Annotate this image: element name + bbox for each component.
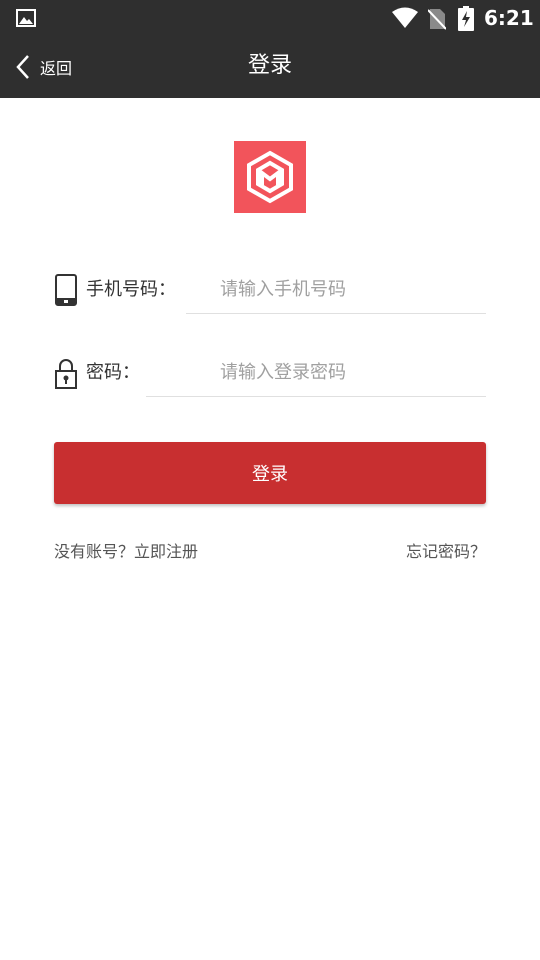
status-time: 6:21: [484, 6, 534, 30]
password-input[interactable]: [146, 349, 486, 397]
login-button[interactable]: 登录: [54, 442, 486, 504]
phone-icon: [55, 274, 77, 306]
lock-icon: [55, 359, 77, 389]
page-title: 登录: [247, 53, 292, 78]
phone-input[interactable]: [186, 266, 486, 314]
phone-label: 手机号码：: [86, 279, 176, 300]
status-bar: 6:21: [0, 0, 540, 36]
app-bar: 返回 登录: [0, 36, 540, 98]
gallery-icon: [16, 9, 36, 27]
battery-charging-icon: [458, 6, 474, 31]
forgot-password-link[interactable]: 忘记密码？: [406, 540, 486, 564]
register-link[interactable]: 没有账号？立即注册: [54, 540, 198, 564]
wifi-icon: [392, 7, 418, 28]
password-field-row: 密码：: [54, 349, 486, 399]
no-sim-icon: [428, 9, 446, 30]
phone-field-row: 手机号码：: [54, 266, 486, 316]
password-label: 密码：: [86, 362, 140, 383]
app-logo-icon: [234, 141, 306, 213]
